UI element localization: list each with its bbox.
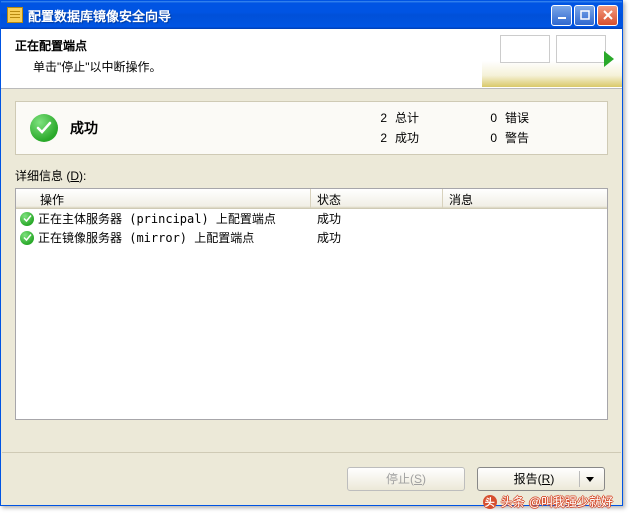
- details-label-prefix: 详细信息 (: [15, 169, 70, 183]
- wizard-header: 正在配置端点 单击"停止"以中断操作。: [1, 29, 622, 89]
- details-label: 详细信息 (D):: [15, 167, 608, 184]
- row-action: 正在镜像服务器 (mirror) 上配置端点: [38, 229, 311, 246]
- total-count: 2: [373, 108, 387, 128]
- report-button[interactable]: 报告(R): [477, 467, 605, 491]
- error-label: 错误: [505, 108, 529, 128]
- wizard-window: 配置数据库镜像安全向导 正在配置端点 单击"停止"以中断操作。 成功: [0, 0, 623, 506]
- warn-label: 警告: [505, 128, 529, 148]
- details-grid[interactable]: 操作 状态 消息 正在主体服务器 (principal) 上配置端点 成功 正在…: [15, 188, 608, 420]
- row-action: 正在主体服务器 (principal) 上配置端点: [38, 210, 311, 227]
- col-action[interactable]: 操作: [16, 189, 311, 208]
- window-title: 配置数据库镜像安全向导: [28, 6, 551, 25]
- report-prefix: 报告(: [514, 470, 542, 487]
- table-row[interactable]: 正在主体服务器 (principal) 上配置端点 成功: [16, 209, 607, 228]
- grid-header[interactable]: 操作 状态 消息: [16, 189, 607, 209]
- success-label: 成功: [395, 128, 419, 148]
- col-message[interactable]: 消息: [443, 189, 607, 208]
- row-success-icon: [20, 212, 34, 226]
- details-label-key: D: [70, 169, 79, 183]
- close-button[interactable]: [597, 5, 618, 26]
- app-icon: [7, 7, 23, 23]
- summary-col-right: 0 错误 0 警告: [483, 108, 593, 148]
- stop-button: 停止(S): [347, 467, 465, 491]
- table-row[interactable]: 正在镜像服务器 (mirror) 上配置端点 成功: [16, 228, 607, 247]
- stop-suffix: ): [422, 472, 426, 486]
- title-bar[interactable]: 配置数据库镜像安全向导: [1, 1, 622, 29]
- summary-status: 成功: [70, 118, 373, 138]
- summary-col-left: 2 总计 2 成功: [373, 108, 483, 148]
- stop-key: S: [414, 472, 422, 486]
- details-label-suffix: ):: [79, 169, 86, 183]
- row-success-icon: [20, 231, 34, 245]
- success-icon: [30, 114, 58, 142]
- window-buttons: [551, 5, 618, 26]
- stop-prefix: 停止(: [386, 470, 414, 487]
- report-suffix: ): [550, 472, 554, 486]
- maximize-button[interactable]: [574, 5, 595, 26]
- summary-panel: 成功 2 总计 2 成功 0 错误 0 警告: [15, 101, 608, 155]
- row-status: 成功: [311, 210, 443, 227]
- play-arrow-icon: [604, 51, 614, 67]
- wizard-body: 成功 2 总计 2 成功 0 错误 0 警告: [1, 89, 622, 420]
- minimize-button[interactable]: [551, 5, 572, 26]
- success-count: 2: [373, 128, 387, 148]
- error-count: 0: [483, 108, 497, 128]
- col-status[interactable]: 状态: [311, 189, 443, 208]
- report-key: R: [542, 472, 551, 486]
- header-decoration: [482, 29, 622, 87]
- row-status: 成功: [311, 229, 443, 246]
- wizard-footer: 停止(S) 报告(R): [2, 452, 621, 504]
- total-label: 总计: [395, 108, 419, 128]
- warn-count: 0: [483, 128, 497, 148]
